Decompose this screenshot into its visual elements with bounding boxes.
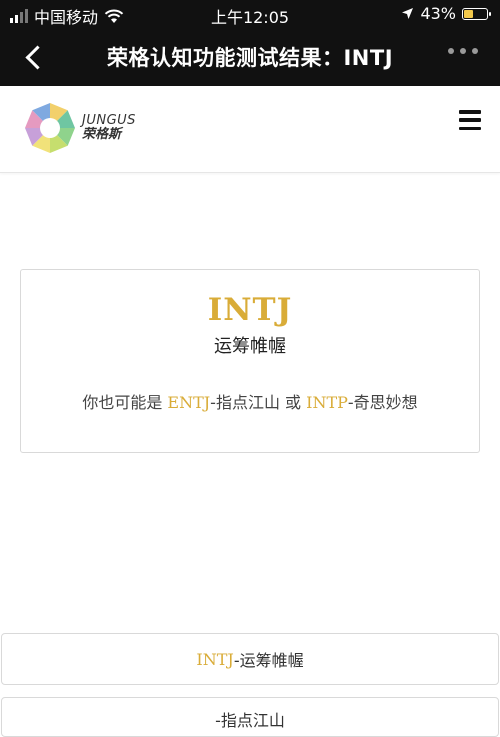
top-bar: 中国移动 上午12:05 43% 荣格认知功能测试结果：INTJ bbox=[0, 0, 500, 86]
alt-type-name: -奇思妙想 bbox=[347, 393, 418, 412]
alt-type-link-intp[interactable]: INTP-奇思妙想 bbox=[306, 393, 418, 412]
logo-text: JUNGUS 荣格斯 bbox=[82, 114, 136, 141]
jungus-logo-icon bbox=[25, 103, 75, 153]
more-dot bbox=[472, 48, 478, 54]
location-icon bbox=[402, 8, 414, 19]
back-button[interactable] bbox=[18, 40, 50, 74]
result-type-code: INTJ bbox=[207, 292, 293, 328]
battery-percent: 43% bbox=[420, 4, 456, 23]
result-card: INTJ 运筹帷幄 你也可能是 ENTJ-指点江山 或 INTP-奇思妙想 bbox=[20, 269, 480, 453]
more-dot bbox=[460, 48, 466, 54]
alt-type-link-entj[interactable]: ENTJ-指点江山 bbox=[167, 393, 280, 412]
alt-type-name: -指点江山 bbox=[210, 393, 280, 412]
list-item-code: INTJ bbox=[196, 649, 234, 669]
page-title: 荣格认知功能测试结果：INTJ bbox=[106, 46, 394, 70]
alt-type-code: INTP bbox=[306, 393, 348, 412]
more-button[interactable] bbox=[448, 48, 478, 54]
status-right: 43% bbox=[401, 4, 491, 23]
alt-type-code: ENTJ bbox=[167, 393, 211, 412]
alternative-connector: 或 bbox=[279, 393, 307, 412]
list-item[interactable]: -指点江山 bbox=[1, 697, 499, 737]
status-bar: 中国移动 上午12:05 43% bbox=[0, 0, 500, 28]
hamburger-icon[interactable] bbox=[459, 110, 481, 130]
logo-name-en: JUNGUS bbox=[82, 113, 136, 129]
battery-icon bbox=[462, 7, 491, 20]
alternative-types: 你也可能是 ENTJ-指点江山 或 INTP-奇思妙想 bbox=[21, 389, 479, 413]
logo-name-zh: 荣格斯 bbox=[82, 127, 122, 142]
list-item-name: -运筹帷幄 bbox=[233, 651, 304, 670]
logo[interactable]: JUNGUS 荣格斯 bbox=[22, 100, 136, 156]
battery-fill bbox=[464, 9, 474, 18]
nav-bar: 荣格认知功能测试结果：INTJ bbox=[0, 28, 500, 86]
chevron-left-icon bbox=[24, 44, 50, 70]
list-item[interactable]: INTJ -运筹帷幄 bbox=[1, 633, 499, 685]
more-dot bbox=[448, 48, 454, 54]
site-header: JUNGUS 荣格斯 bbox=[0, 86, 500, 173]
alternative-prefix: 你也可能是 bbox=[82, 393, 168, 412]
result-type-name: 运筹帷幄 bbox=[214, 336, 286, 357]
